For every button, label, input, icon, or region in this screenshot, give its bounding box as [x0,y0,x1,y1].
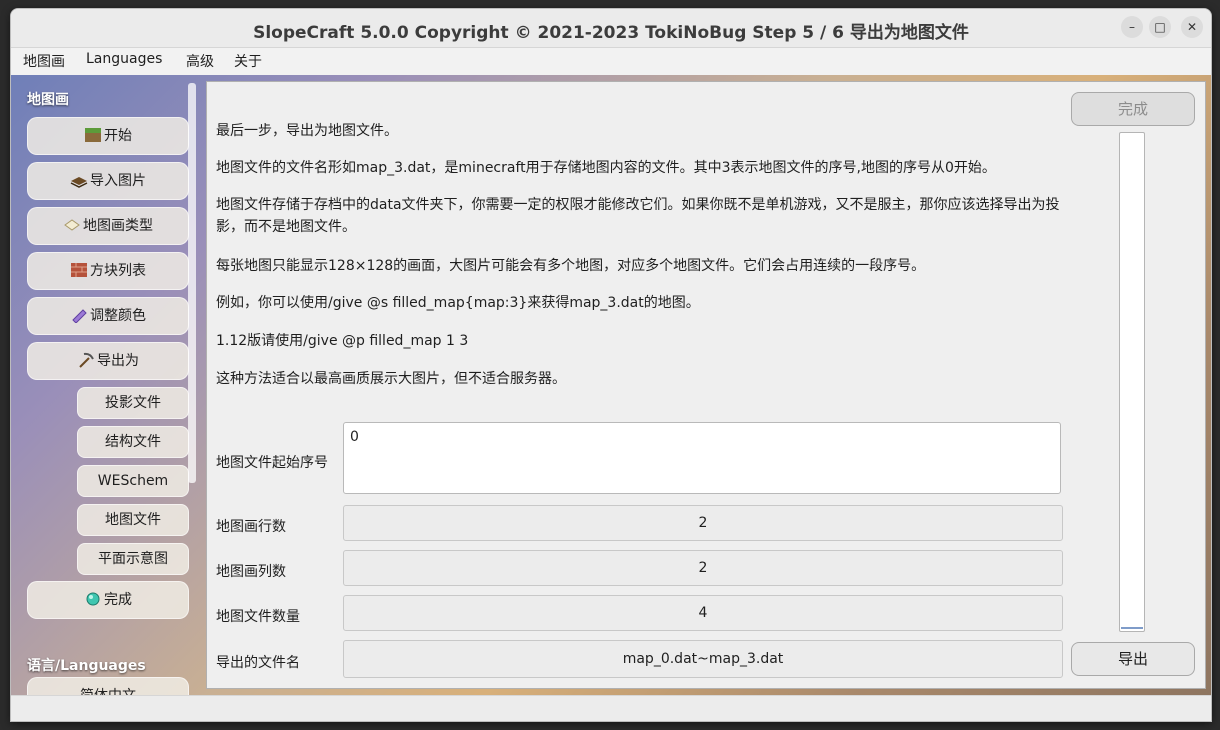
pickaxe-icon [77,346,95,368]
sidebar-item-adjust-color[interactable]: 调整颜色 [27,297,189,335]
sidebar-item-block-list[interactable]: 方块列表 [27,252,189,290]
sidebar-scrollbar[interactable] [188,83,196,483]
diamond-icon [84,585,102,606]
sidebar-item-label: 导入图片 [90,173,146,189]
filename-value: map_0.dat~map_3.dat [343,640,1063,678]
sidebar-subitem-weschem[interactable]: WESchem [77,465,189,497]
sidebar-item-label: 调整颜色 [90,308,146,324]
paragraph-permission: 地图文件存储于存档中的data文件夹下，你需要一定的权限才能修改它们。如果你既不… [216,197,1060,235]
sidebar-subitem-litematic[interactable]: 投影文件 [77,387,189,419]
sidebar-item-mapart-type[interactable]: 地图画类型 [27,207,189,245]
language-item-zh-cn[interactable]: 简体中文 [27,677,189,695]
sidebar-item-label: 开始 [104,128,132,144]
sidebar-subitem-flat-diagram[interactable]: 平面示意图 [77,543,189,575]
paragraph-size: 每张地图只能显示128×128的画面，大图片可能会有多个地图，对应多个地图文件。… [216,258,926,274]
grass-block-icon [84,121,102,142]
close-button[interactable]: ✕ [1181,16,1203,38]
rows-label: 地图画行数 [216,519,286,535]
app-window: SlopeCraft 5.0.0 Copyright © 2021-2023 T… [10,8,1212,722]
status-bar [11,695,1211,721]
filename-label: 导出的文件名 [216,655,300,671]
sidebar-subitem-map-file[interactable]: 地图文件 [77,504,189,536]
book-icon [70,166,88,188]
progress-indicator [1121,627,1143,629]
paragraph-legacy: 1.12版请使用/give @p filled_map 1 3 [216,333,469,349]
menu-mapart[interactable]: 地图画 [23,51,65,71]
menubar: 地图画 Languages 高级 关于 [11,48,1211,74]
sidebar-item-start[interactable]: 开始 [27,117,189,155]
sidebar-item-label: 导出为 [97,353,139,369]
brick-icon [70,256,88,277]
paragraph-example: 例如，你可以使用/give @s filled_map{map:3}来获得map… [216,295,700,311]
sidebar-item-done[interactable]: 完成 [27,581,189,619]
sidebar-item-label: 完成 [104,592,132,608]
sidebar-item-label: 地图画类型 [83,218,153,234]
window-title: SlopeCraft 5.0.0 Copyright © 2021-2023 T… [253,23,969,43]
minimize-button[interactable]: – [1121,16,1143,38]
start-index-label: 地图文件起始序号 [216,455,328,471]
language-heading: 语言/Languages [27,658,146,674]
rows-value: 2 [343,505,1063,541]
menu-advanced[interactable]: 高级 [186,51,214,71]
sidebar: 地图画 开始 导入图片 地图画类型 方块列表 调整颜色 导出为 投影文件 结构文… [11,75,201,695]
maximize-button[interactable]: □ [1149,16,1171,38]
cols-label: 地图画列数 [216,564,286,580]
paragraph-intro: 最后一步，导出为地图文件。 [216,123,398,139]
sidebar-item-export-as[interactable]: 导出为 [27,342,189,380]
start-index-input[interactable]: 0 [343,422,1061,494]
count-value: 4 [343,595,1063,631]
crystal-icon [70,301,88,324]
main-panel: 最后一步，导出为地图文件。 地图文件的文件名形如map_3.dat，是minec… [206,81,1206,689]
sidebar-item-label: 方块列表 [90,263,146,279]
export-progress-bar [1119,132,1145,632]
paper-icon [63,211,81,231]
paragraph-note: 这种方法适合以最高画质展示大图片，但不适合服务器。 [216,371,566,387]
cols-value: 2 [343,550,1063,586]
done-button[interactable]: 完成 [1071,92,1195,126]
titlebar: SlopeCraft 5.0.0 Copyright © 2021-2023 T… [11,9,1211,48]
sidebar-subitem-structure[interactable]: 结构文件 [77,426,189,458]
menu-about[interactable]: 关于 [234,51,262,71]
sidebar-item-import-image[interactable]: 导入图片 [27,162,189,200]
menu-languages[interactable]: Languages [86,51,162,67]
export-button[interactable]: 导出 [1071,642,1195,676]
sidebar-heading: 地图画 [27,92,69,108]
paragraph-filename: 地图文件的文件名形如map_3.dat，是minecraft用于存储地图内容的文… [216,160,996,176]
count-label: 地图文件数量 [216,609,300,625]
